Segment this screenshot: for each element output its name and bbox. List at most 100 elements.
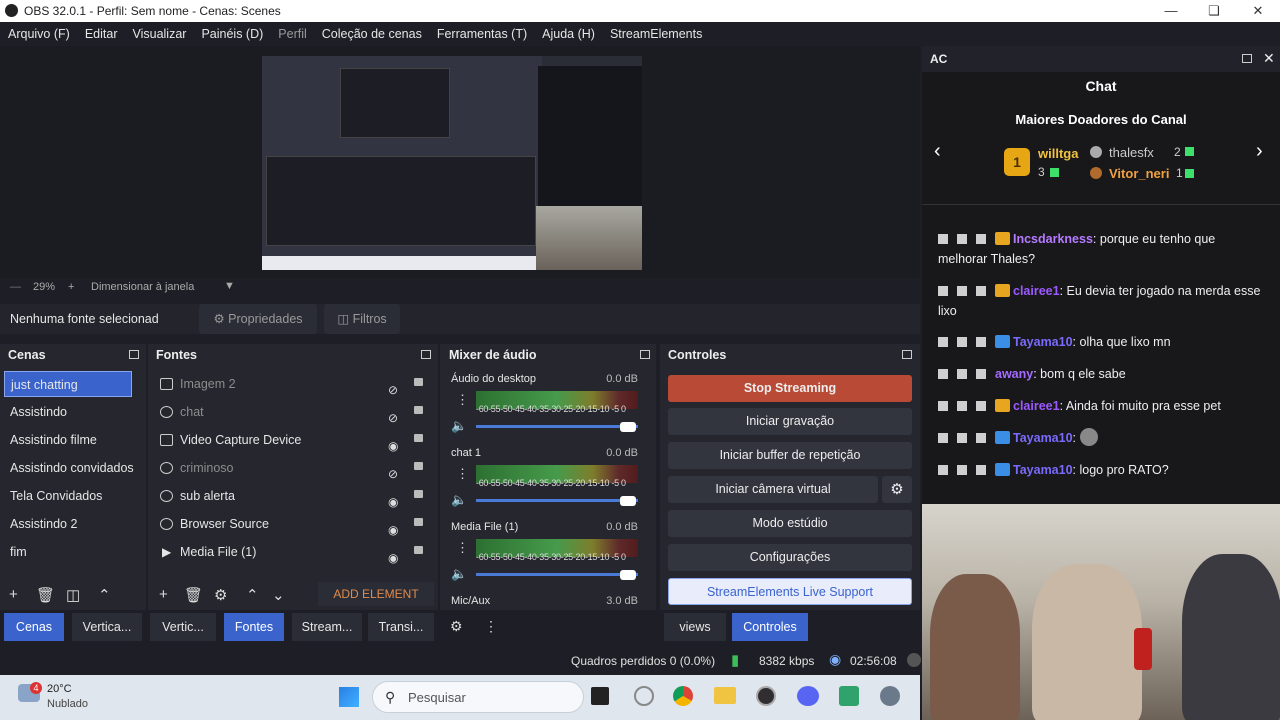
source-item[interactable]: chat ⊘	[156, 399, 434, 425]
ban-icon[interactable]	[976, 337, 986, 347]
stop-streaming-button[interactable]: Stop Streaming	[668, 375, 912, 402]
tab-views[interactable]: views	[664, 613, 726, 641]
tab-vertical-sources[interactable]: Vertic...	[150, 613, 216, 641]
menu-streamelements[interactable]: StreamElements	[610, 27, 702, 41]
mixer-popout-icon[interactable]	[640, 350, 650, 359]
streamelements-support-button[interactable]: StreamElements Live Support	[668, 578, 912, 605]
app-icon[interactable]	[634, 686, 654, 706]
lock-icon[interactable]	[414, 378, 423, 386]
scene-item[interactable]: Assistindo	[4, 399, 132, 425]
filters-button[interactable]: ◫ Filtros	[324, 304, 400, 334]
taskbar-search[interactable]: ⚲ Pesquisar	[372, 681, 584, 713]
volume-slider-knob[interactable]	[620, 570, 636, 580]
ban-icon[interactable]	[976, 465, 986, 475]
task-view-icon[interactable]	[591, 687, 609, 705]
kebab-menu-icon[interactable]: ⋮	[456, 540, 469, 556]
tab-fontes[interactable]: Fontes	[224, 613, 284, 641]
source-item[interactable]: ▶ Media File (1) ◉	[156, 539, 434, 565]
fit-to-window[interactable]: Dimensionar à janela	[91, 281, 194, 293]
volume-slider[interactable]	[476, 573, 638, 576]
delete-icon[interactable]	[938, 234, 948, 244]
ban-icon[interactable]	[976, 369, 986, 379]
maximize-icon[interactable]: ❏	[1192, 0, 1236, 22]
delete-icon[interactable]	[938, 401, 948, 411]
source-settings-icon[interactable]: ⚙	[214, 586, 227, 604]
tab-transitions[interactable]: Transi...	[368, 613, 434, 641]
obs-taskbar-icon[interactable]	[756, 686, 776, 706]
timeout-icon[interactable]	[957, 337, 967, 347]
scene-item[interactable]: Assistindo convidados	[4, 455, 134, 481]
tab-cenas[interactable]: Cenas	[4, 613, 64, 641]
file-explorer-icon[interactable]	[714, 687, 736, 704]
chrome-icon[interactable]	[673, 686, 693, 706]
close-icon[interactable]: ✕	[1263, 50, 1275, 67]
menu-editar[interactable]: Editar	[85, 27, 118, 41]
delete-icon[interactable]	[938, 433, 948, 443]
timeout-icon[interactable]	[957, 465, 967, 475]
mixer-menu-icon[interactable]: ⋮	[484, 618, 498, 635]
minimize-icon[interactable]: —	[1149, 0, 1193, 22]
chat-username[interactable]: clairee1	[1013, 284, 1060, 298]
settings-gear-icon[interactable]	[880, 686, 900, 706]
eye-icon[interactable]: ◉	[388, 545, 398, 571]
menu-paineis[interactable]: Painéis (D)	[201, 27, 263, 41]
delete-icon[interactable]	[938, 286, 948, 296]
volume-slider-knob[interactable]	[620, 422, 636, 432]
mixer-settings-icon[interactable]: ⚙	[450, 618, 463, 635]
popout-icon[interactable]	[1242, 54, 1252, 63]
menu-ferramentas[interactable]: Ferramentas (T)	[437, 27, 527, 41]
studio-mode-button[interactable]: Modo estúdio	[668, 510, 912, 537]
timeout-icon[interactable]	[957, 234, 967, 244]
lock-icon[interactable]	[414, 490, 423, 498]
virtual-camera-settings-icon[interactable]: ⚙	[882, 476, 912, 503]
scene-item[interactable]: Assistindo 2	[4, 511, 132, 537]
kebab-menu-icon[interactable]: ⋮	[456, 392, 469, 408]
sources-popout-icon[interactable]	[421, 350, 431, 359]
remove-source-icon[interactable]: 🗑	[184, 586, 203, 604]
scene-item[interactable]: just chatting	[4, 371, 132, 397]
add-element-button[interactable]: ADD ELEMENT	[318, 582, 434, 606]
discord-icon[interactable]	[797, 686, 819, 706]
scene-filters-icon[interactable]: ◫	[66, 586, 80, 604]
source-item[interactable]: criminoso ⊘	[156, 455, 434, 481]
scene-item[interactable]: fim	[4, 539, 132, 565]
menu-visualizar[interactable]: Visualizar	[132, 27, 186, 41]
add-source-icon[interactable]: +	[159, 586, 168, 603]
delete-icon[interactable]	[938, 465, 948, 475]
timeout-icon[interactable]	[957, 286, 967, 296]
scene-item[interactable]: Tela Convidados	[4, 483, 132, 509]
source-item[interactable]: Imagem 2 ⊘	[156, 371, 434, 397]
move-down-icon[interactable]: ⌄	[272, 586, 285, 604]
volume-slider[interactable]	[476, 499, 638, 502]
scenes-popout-icon[interactable]	[129, 350, 139, 359]
lock-icon[interactable]	[414, 546, 423, 554]
tab-stream[interactable]: Stream...	[292, 613, 362, 641]
start-recording-button[interactable]: Iniciar gravação	[668, 408, 912, 435]
speaker-icon[interactable]: 🔈	[451, 566, 467, 582]
replay-buffer-button[interactable]: Iniciar buffer de repetição	[668, 442, 912, 469]
delete-icon[interactable]	[938, 337, 948, 347]
source-item[interactable]: sub alerta ◉	[156, 483, 434, 509]
menu-ajuda[interactable]: Ajuda (H)	[542, 27, 595, 41]
chevron-left-icon[interactable]: ‹	[934, 140, 941, 163]
delete-icon[interactable]	[938, 369, 948, 379]
chat-username[interactable]: Tayama10	[1013, 463, 1073, 477]
timeout-icon[interactable]	[957, 433, 967, 443]
timeout-icon[interactable]	[957, 369, 967, 379]
ban-icon[interactable]	[976, 401, 986, 411]
close-icon[interactable]: ✕	[1236, 0, 1280, 22]
menu-colecao-cenas[interactable]: Coleção de cenas	[322, 27, 422, 41]
chat-username[interactable]: Incsdarkness	[1013, 232, 1093, 246]
ban-icon[interactable]	[976, 433, 986, 443]
speaker-icon[interactable]: 🔈	[451, 418, 467, 434]
remove-scene-icon[interactable]: 🗑	[36, 586, 55, 604]
chevron-right-icon[interactable]: ›	[1256, 140, 1263, 163]
zoom-minus-icon[interactable]: —	[10, 281, 21, 293]
add-scene-icon[interactable]: +	[9, 586, 18, 603]
virtual-camera-button[interactable]: Iniciar câmera virtual	[668, 476, 878, 503]
move-up-icon[interactable]: ⌃	[98, 586, 111, 604]
timeout-icon[interactable]	[957, 401, 967, 411]
chat-username[interactable]: Tayama10	[1013, 431, 1073, 445]
lock-icon[interactable]	[414, 434, 423, 442]
volume-slider[interactable]	[476, 425, 638, 428]
